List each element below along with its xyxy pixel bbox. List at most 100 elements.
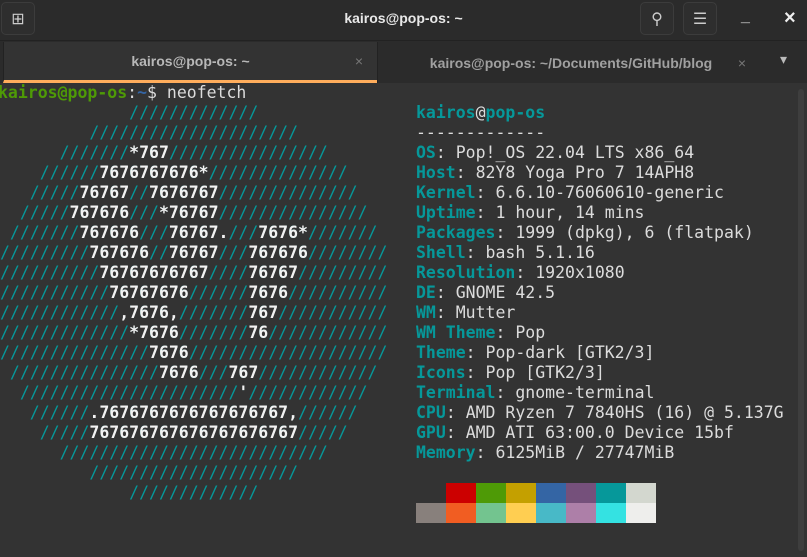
- ascii-line: /////////////: [0, 103, 259, 122]
- info-key: Terminal: [416, 383, 496, 402]
- info-key: Packages: [416, 223, 496, 242]
- color-swatch: [626, 483, 656, 503]
- info-row: GPU: AMD ATI 63:00.0 Device 15bf: [416, 423, 734, 442]
- info-separator: -------------: [416, 123, 546, 142]
- color-swatch: [476, 503, 506, 523]
- info-value: Pop [GTK2/3]: [485, 363, 605, 382]
- info-value: 1920x1080: [535, 263, 625, 282]
- ascii-line: ///////////////7676///767////////////: [0, 363, 378, 382]
- info-key: Uptime: [416, 203, 476, 222]
- color-swatch: [416, 503, 446, 523]
- info-row: Icons: Pop [GTK2/3]: [416, 363, 605, 382]
- color-swatch: [446, 483, 476, 503]
- info-value: GNOME 42.5: [455, 283, 556, 302]
- info-key: CPU: [416, 403, 446, 422]
- tabs-dropdown-icon[interactable]: ▾: [780, 51, 787, 68]
- tab-home[interactable]: kairos@pop-os: ~ ×: [3, 42, 377, 83]
- info-row: Memory: 6125MiB / 27747MiB: [416, 443, 675, 462]
- ascii-line: /////767676767676767676767/////: [0, 423, 348, 442]
- color-swatch: [626, 503, 656, 523]
- prompt-command: neofetch: [166, 83, 247, 102]
- terminal-output[interactable]: kairos@pop-os:~$ neofetch ///////////// …: [0, 83, 807, 557]
- info-row: OS: Pop!_OS 22.04 LTS x86_64: [416, 143, 695, 162]
- prompt-user-host: kairos@pop-os: [0, 83, 128, 102]
- info-key: Host: [416, 163, 456, 182]
- info-value: AMD ATI 63:00.0 Device 15bf: [465, 423, 734, 442]
- prompt-path: ~: [137, 83, 148, 102]
- tab-bar: kairos@pop-os: ~ × kairos@pop-os: ~/Docu…: [0, 40, 807, 83]
- menu-button[interactable]: ☰: [683, 2, 717, 35]
- info-key: Memory: [416, 443, 476, 462]
- ascii-line: //////////////////////'////////////: [0, 383, 368, 402]
- color-swatch: [596, 483, 626, 503]
- tab-label: kairos@pop-os: ~: [131, 53, 250, 69]
- ascii-line: /////767676///*76767///////////////: [0, 203, 368, 222]
- info-key: Kernel: [416, 183, 476, 202]
- info-row: Theme: Pop-dark [GTK2/3]: [416, 343, 655, 362]
- close-tab-icon[interactable]: ×: [738, 55, 746, 71]
- info-key: Icons: [416, 363, 466, 382]
- ascii-line: /////////////: [0, 483, 259, 502]
- info-value: 1999 (dpkg), 6 (flatpak): [515, 223, 754, 242]
- info-row: CPU: AMD Ryzen 7 7840HS (16) @ 5.137G: [416, 403, 784, 422]
- info-value: Pop: [515, 323, 546, 342]
- color-swatch: [446, 503, 476, 523]
- minimize-button[interactable]: _: [741, 8, 750, 26]
- info-value: Pop!_OS 22.04 LTS x86_64: [455, 143, 695, 162]
- color-swatch: [506, 483, 536, 503]
- close-tab-icon[interactable]: ×: [355, 53, 363, 69]
- info-key: Theme: [416, 343, 466, 362]
- color-swatch: [536, 483, 566, 503]
- ascii-line: /////////////*7676///////76////////////: [0, 323, 388, 342]
- color-swatch: [566, 503, 596, 523]
- info-row: DE: GNOME 42.5: [416, 283, 556, 302]
- ascii-line: ////////////,7676,///////767///////////: [0, 303, 388, 322]
- prompt-sep: :: [127, 83, 138, 102]
- tab-label: kairos@pop-os: ~/Documents/GitHub/blog: [429, 54, 713, 71]
- info-title: kairos@pop-os: [416, 103, 545, 123]
- ascii-line: //////////76767676767////76767/////////: [0, 263, 388, 282]
- info-row: Packages: 1999 (dpkg), 6 (flatpak): [416, 223, 754, 242]
- header-bar: ⊞ kairos@pop-os: ~ ⚲ ☰ _ ×: [0, 0, 807, 40]
- prompt-line: kairos@pop-os:~$ neofetch: [0, 83, 246, 103]
- info-value: bash 5.1.16: [485, 243, 595, 262]
- color-swatch: [476, 483, 506, 503]
- search-icon: ⚲: [651, 10, 663, 28]
- info-row: Shell: bash 5.1.16: [416, 243, 595, 262]
- tab-blog[interactable]: kairos@pop-os: ~/Documents/GitHub/blog ×: [377, 42, 764, 83]
- search-button[interactable]: ⚲: [640, 2, 674, 35]
- info-value: gnome-terminal: [515, 383, 655, 402]
- color-swatch: [566, 483, 596, 503]
- info-row: Host: 82Y8 Yoga Pro 7 14APH8: [416, 163, 695, 182]
- info-key: Resolution: [416, 263, 516, 282]
- close-button[interactable]: ×: [784, 7, 796, 30]
- info-value: Mutter: [455, 303, 516, 322]
- color-swatch: [536, 503, 566, 523]
- prompt-symbol: $: [147, 83, 167, 102]
- ascii-line: /////////////////////: [0, 463, 299, 482]
- info-at: @: [475, 103, 486, 122]
- scrollbar[interactable]: [798, 89, 804, 551]
- info-key: WM: [416, 303, 436, 322]
- ascii-line: ///////767676///76767.///7676*///////: [0, 223, 378, 242]
- info-value: AMD Ryzen 7 7840HS (16) @ 5.137G: [465, 403, 784, 422]
- info-value: Pop-dark [GTK2/3]: [485, 343, 655, 362]
- info-row: Kernel: 6.6.10-76060610-generic: [416, 183, 724, 202]
- info-value: 1 hour, 14 mins: [495, 203, 645, 222]
- color-swatch: [506, 503, 536, 523]
- info-row: Resolution: 1920x1080: [416, 263, 625, 282]
- ascii-line: //////.7676767676767676767,//////: [0, 403, 358, 422]
- ascii-line: /////////767676//76767///767676////////: [0, 243, 388, 262]
- ascii-line: /////////////////////: [0, 123, 299, 142]
- info-value: 6.6.10-76060610-generic: [495, 183, 724, 202]
- info-key: DE: [416, 283, 436, 302]
- color-swatch: [416, 483, 446, 503]
- info-key: OS: [416, 143, 436, 162]
- ascii-line: ///////////////////////////: [0, 443, 328, 462]
- info-key: WM Theme: [416, 323, 496, 342]
- info-value: 82Y8 Yoga Pro 7 14APH8: [475, 163, 695, 182]
- ascii-line: /////76767//7676767//////////////: [0, 183, 358, 202]
- color-swatch: [596, 503, 626, 523]
- ascii-line: //////7676767676*//////////////: [0, 163, 348, 182]
- ascii-line: ///////*767////////////////: [0, 143, 328, 162]
